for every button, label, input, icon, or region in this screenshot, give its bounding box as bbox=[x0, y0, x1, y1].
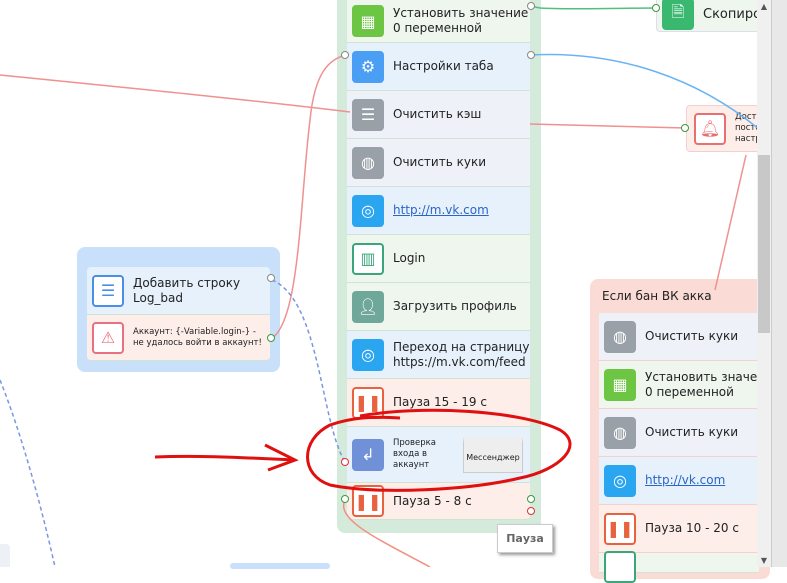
annotation-circle bbox=[306, 408, 572, 492]
annotation-arrow bbox=[154, 443, 299, 472]
annotation-layer bbox=[154, 408, 572, 492]
